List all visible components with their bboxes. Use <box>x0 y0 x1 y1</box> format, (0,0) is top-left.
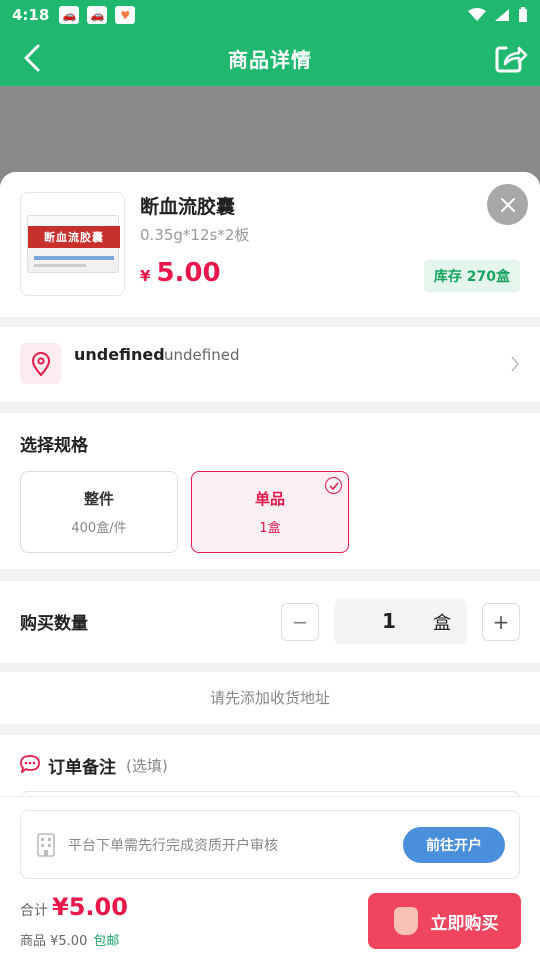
minus-button[interactable]: − <box>281 603 319 641</box>
spec-option-case[interactable]: 整件 400盒/件 <box>20 471 178 553</box>
order-remark-section: 订单备注 (选填) <box>0 735 540 831</box>
status-time: 4:18 <box>12 6 50 24</box>
location-pin-icon <box>20 343 61 384</box>
product-spec: 0.35g*12s*2板 <box>140 226 250 244</box>
spec-option-sub: 1盒 <box>259 521 281 536</box>
spec-option-label: 整件 <box>83 490 114 508</box>
remark-title: 订单备注 <box>48 758 116 778</box>
back-icon[interactable] <box>18 42 50 74</box>
spec-option-single[interactable]: 单品 1盒 <box>191 471 349 553</box>
total-label: 合计 <box>20 903 48 919</box>
address-name: undefined <box>74 345 165 364</box>
battery-icon <box>519 7 527 22</box>
price-currency: ¥ <box>140 267 151 285</box>
bag-icon <box>394 907 418 935</box>
goods-line: 商品 ¥5.00 <box>20 934 88 949</box>
address-hint: 请先添加收货地址 <box>0 672 540 724</box>
nav-bar: 商品详情 <box>0 30 540 86</box>
check-icon <box>325 477 342 494</box>
open-account-button[interactable]: 前往开户 <box>403 827 505 863</box>
quantity-value: 1 <box>382 609 396 633</box>
spec-option-sub: 400盒/件 <box>71 521 127 536</box>
plus-button[interactable]: + <box>482 603 520 641</box>
remark-optional: (选填) <box>126 757 168 775</box>
spec-option-label: 单品 <box>254 490 285 508</box>
quantity-unit: 盒 <box>433 613 451 634</box>
chat-bubble-icon <box>20 755 40 773</box>
goods-summary: 商品 ¥5.00 包邮 <box>20 930 119 949</box>
chevron-right-icon <box>511 356 520 372</box>
page-title: 商品详情 <box>228 47 312 72</box>
account-notice: 平台下单需先行完成资质开户审核 前往开户 <box>20 810 520 879</box>
checkout-bar: 平台下单需先行完成资质开户审核 前往开户 合计 ¥5.00 商品 ¥5.00 包邮 … <box>0 796 540 960</box>
close-button[interactable] <box>487 184 528 225</box>
spec-section: 选择规格 整件 400盒/件 单品 1盒 <box>0 413 540 569</box>
product-summary: 断血流胶囊 断血流胶囊 0.35g*12s*2板 ¥5.00 库存 270盒 <box>0 172 540 317</box>
close-icon <box>500 197 515 212</box>
stock-badge: 库存 270盒 <box>423 260 520 292</box>
product-price: ¥5.00 <box>140 258 221 288</box>
buy-now-button[interactable]: 立即购买 <box>368 893 521 949</box>
notification-heart-icon: ♥ <box>115 6 136 24</box>
notification-car-icon: 🚗 <box>59 6 80 24</box>
product-box-graphic: 断血流胶囊 <box>27 215 120 273</box>
wifi-icon <box>468 8 486 21</box>
address-detail: undefined <box>164 346 240 364</box>
quantity-stepper[interactable]: 1 盒 <box>334 599 467 644</box>
order-total: 合计 ¥5.00 <box>20 893 128 921</box>
address-row[interactable]: undefined undefined <box>0 327 540 402</box>
buy-now-label: 立即购买 <box>430 913 499 934</box>
shipping-badge: 包邮 <box>93 934 120 949</box>
product-image: 断血流胶囊 <box>20 192 125 296</box>
product-box-label: 断血流胶囊 <box>28 226 120 248</box>
price-value: 5.00 <box>156 258 221 288</box>
signal-icon <box>495 9 509 21</box>
notice-text: 平台下单需先行完成资质开户审核 <box>68 838 278 854</box>
share-icon[interactable] <box>492 40 528 76</box>
quantity-row: 购买数量 − 1 盒 + <box>0 581 540 663</box>
status-bar: 4:18 🚗 🚗 ♥ <box>0 0 540 30</box>
spec-title: 选择规格 <box>20 436 88 456</box>
notification-car-icon-2: 🚗 <box>87 6 108 24</box>
quantity-label: 购买数量 <box>20 614 88 634</box>
building-icon <box>37 833 55 857</box>
product-name: 断血流胶囊 <box>140 196 236 218</box>
total-value: ¥5.00 <box>52 893 128 921</box>
